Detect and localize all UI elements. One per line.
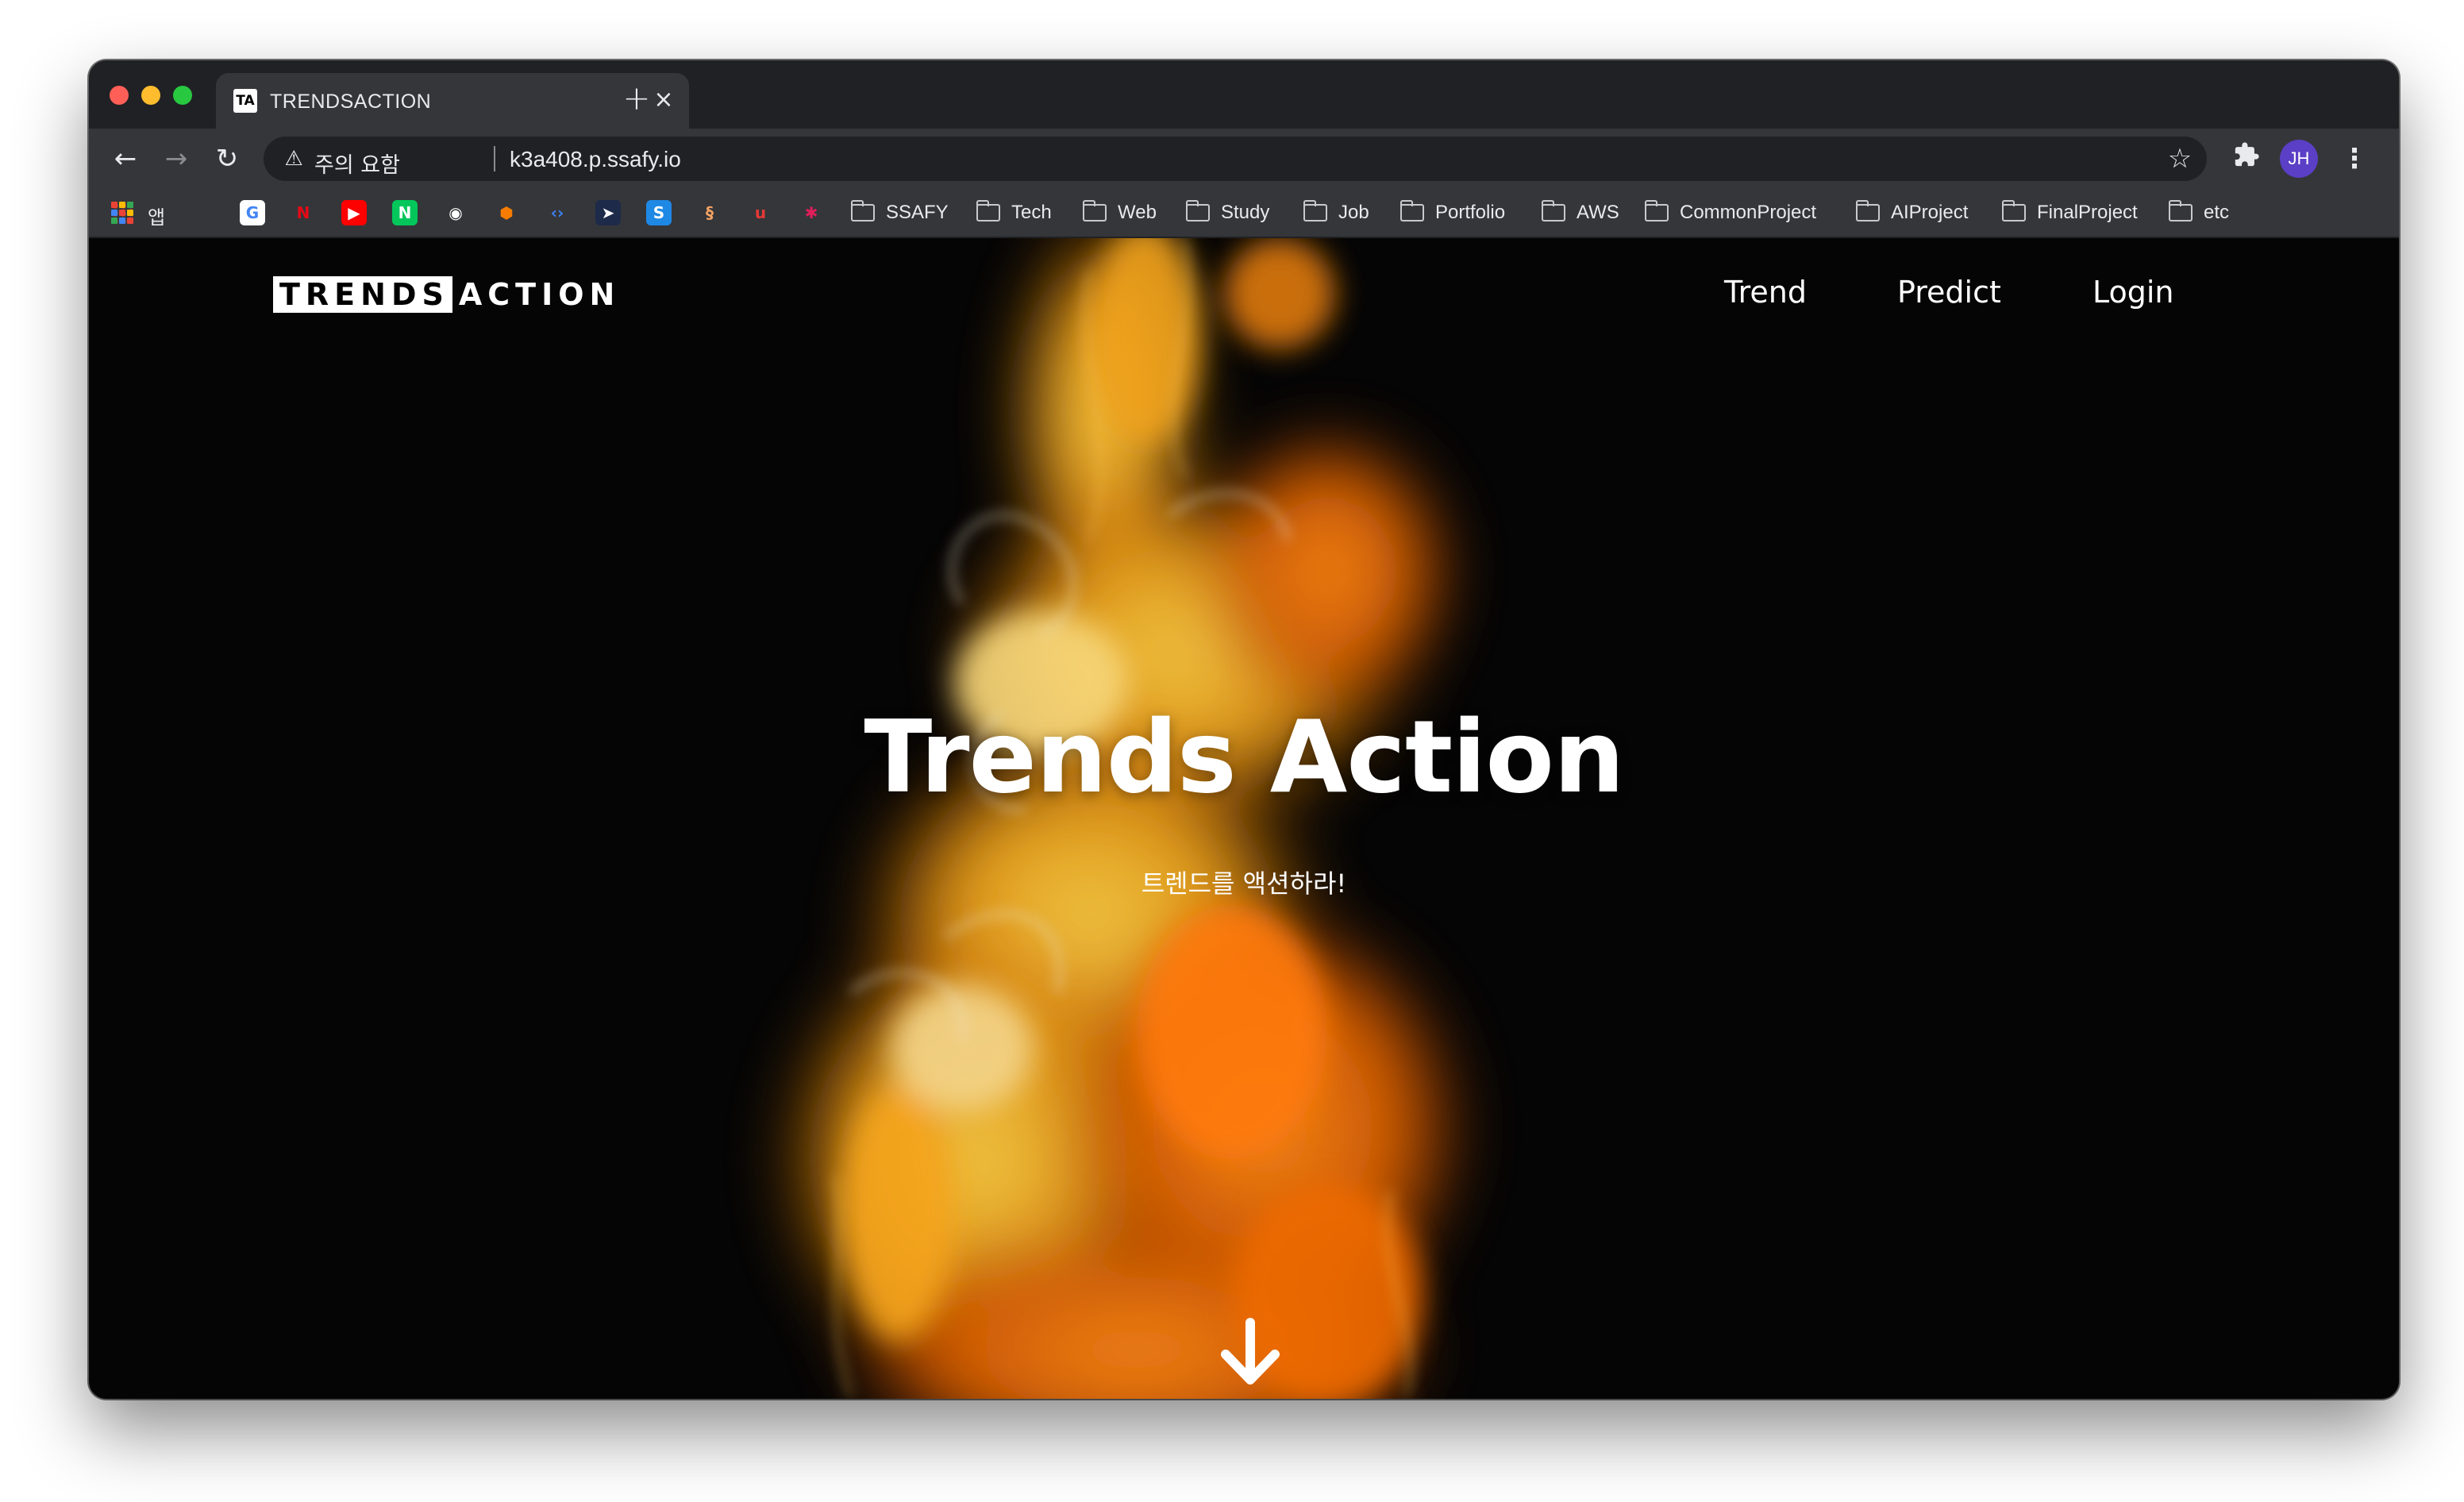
apple-icon[interactable]	[189, 200, 214, 225]
folder-icon	[1399, 200, 1424, 221]
forward-button[interactable]: →	[157, 140, 195, 178]
bookmark-folder[interactable]: SSAFY	[850, 200, 949, 225]
folder-icon	[1855, 200, 1880, 221]
bookmark-folder-label: Tech	[1011, 202, 1052, 223]
new-tab-button[interactable]: +	[619, 81, 654, 116]
minimize-window-button[interactable]	[141, 86, 160, 105]
bookmark-folder-label: FinalProject	[2037, 202, 2138, 223]
apps-grid-icon[interactable]	[111, 202, 133, 224]
folder-icon	[976, 200, 1000, 221]
folder-icon	[2168, 200, 2193, 221]
address-bar[interactable]: ⚠ 주의 요함 k3a408.p.ssafy.io ☆	[264, 137, 2207, 181]
bookmark-folder[interactable]: Portfolio	[1399, 200, 1506, 225]
apps-label[interactable]: 앱	[148, 202, 165, 229]
profile-avatar[interactable]: JH	[2280, 140, 2318, 178]
netflix-icon[interactable]: N	[291, 200, 316, 225]
browser-tab[interactable]: TA TRENDSACTION ×	[216, 73, 689, 129]
bookmark-folder-label: Job	[1338, 202, 1369, 223]
bookmark-folder-label: Web	[1118, 202, 1157, 223]
bookmark-folder[interactable]: Job	[1303, 200, 1369, 225]
folder-icon	[1185, 200, 1210, 221]
send-icon[interactable]: ➤	[595, 200, 621, 225]
bookmark-folder-label: CommonProject	[1680, 202, 1817, 223]
puzzle-icon[interactable]	[2229, 141, 2264, 176]
bookmark-folder-label: SSAFY	[886, 202, 949, 223]
bookmark-folder[interactable]: CommonProject	[1644, 200, 1817, 225]
bookmark-folder[interactable]: AWS	[1541, 200, 1619, 225]
bookmark-folder[interactable]: Tech	[976, 200, 1052, 225]
arrow-down-icon[interactable]	[1215, 1318, 1286, 1389]
folder-icon	[2001, 200, 2026, 221]
tab-title: TRENDSACTION	[270, 91, 432, 113]
naver-icon[interactable]: N	[392, 200, 418, 225]
close-window-button[interactable]	[110, 86, 129, 105]
url-text[interactable]: k3a408.p.ssafy.io	[510, 147, 681, 172]
google-icon[interactable]: G	[240, 200, 265, 225]
site-logo[interactable]: TRENDS ACTION	[273, 276, 620, 313]
warning-icon[interactable]: ⚠	[281, 146, 306, 171]
nav-link-predict[interactable]: Predict	[1897, 275, 2001, 310]
bookmark-folder[interactable]: Study	[1185, 200, 1270, 225]
github-icon[interactable]: ◉	[443, 200, 468, 225]
maximize-window-button[interactable]	[173, 86, 192, 105]
site-favicon-icon: TA	[233, 89, 257, 113]
address-divider	[494, 146, 495, 171]
bookmark-folder-label: AIProject	[1891, 202, 1969, 223]
folder-icon	[1541, 200, 1565, 221]
bookmark-folder-label: etc	[2204, 202, 2230, 223]
hero-title: Trends Action	[864, 699, 1624, 815]
bookmark-folder-label: Portfolio	[1435, 202, 1506, 223]
browser-menu-icon[interactable]: ⋮	[2339, 140, 2370, 178]
bookmarks-bar: 앱 G N ▶ N ◉ ⬢ ‹› ➤ S § u ✱ SSAFY Tech Web Study Job Port…	[89, 189, 2399, 238]
code-icon[interactable]: ‹›	[545, 200, 570, 225]
tab-strip: TA TRENDSACTION × +	[89, 60, 2399, 129]
youtube-icon[interactable]: ▶	[341, 200, 367, 225]
nav-link-trend[interactable]: Trend	[1724, 275, 1807, 310]
back-button[interactable]: ←	[106, 140, 144, 178]
u-icon[interactable]: u	[748, 200, 773, 225]
webpage: TRENDS ACTION Trend Predict Login Trends…	[89, 238, 2399, 1399]
bookmark-folder-label: AWS	[1577, 202, 1619, 223]
browser-toolbar: ← → ↻ ⚠ 주의 요함 k3a408.p.ssafy.io ☆ JH ⋮	[89, 129, 2399, 189]
security-status[interactable]: 주의 요함	[314, 148, 400, 179]
browser-window: TA TRENDSACTION × + ← → ↻ ⚠ 주의 요함 k3a408…	[89, 60, 2399, 1399]
bookmark-folder[interactable]: etc	[2168, 200, 2230, 225]
folder-icon	[850, 200, 875, 221]
logo-plain-text: ACTION	[458, 277, 621, 312]
bookmark-folder[interactable]: FinalProject	[2001, 200, 2138, 225]
bookmark-star-icon[interactable]: ☆	[2164, 143, 2196, 175]
bookmark-folder-label: Study	[1221, 202, 1270, 223]
folder-icon	[1644, 200, 1669, 221]
nav-link-login[interactable]: Login	[2092, 275, 2174, 310]
hero-subtitle: 트렌드를 액션하라!	[1141, 868, 1347, 899]
flame-icon[interactable]: §	[697, 200, 722, 225]
reload-button[interactable]: ↻	[208, 140, 246, 178]
folder-icon	[1082, 200, 1107, 221]
bookmark-folder[interactable]: AIProject	[1855, 200, 1969, 225]
logo-boxed-text: TRENDS	[273, 276, 452, 313]
bookmark-folder[interactable]: Web	[1082, 200, 1157, 225]
folder-icon	[1303, 200, 1327, 221]
close-tab-icon[interactable]: ×	[651, 87, 676, 113]
slack-icon[interactable]: ✱	[799, 200, 824, 225]
s-icon[interactable]: S	[646, 200, 672, 225]
ink-smoke-background-image	[772, 238, 1470, 1399]
box-icon[interactable]: ⬢	[494, 200, 519, 225]
